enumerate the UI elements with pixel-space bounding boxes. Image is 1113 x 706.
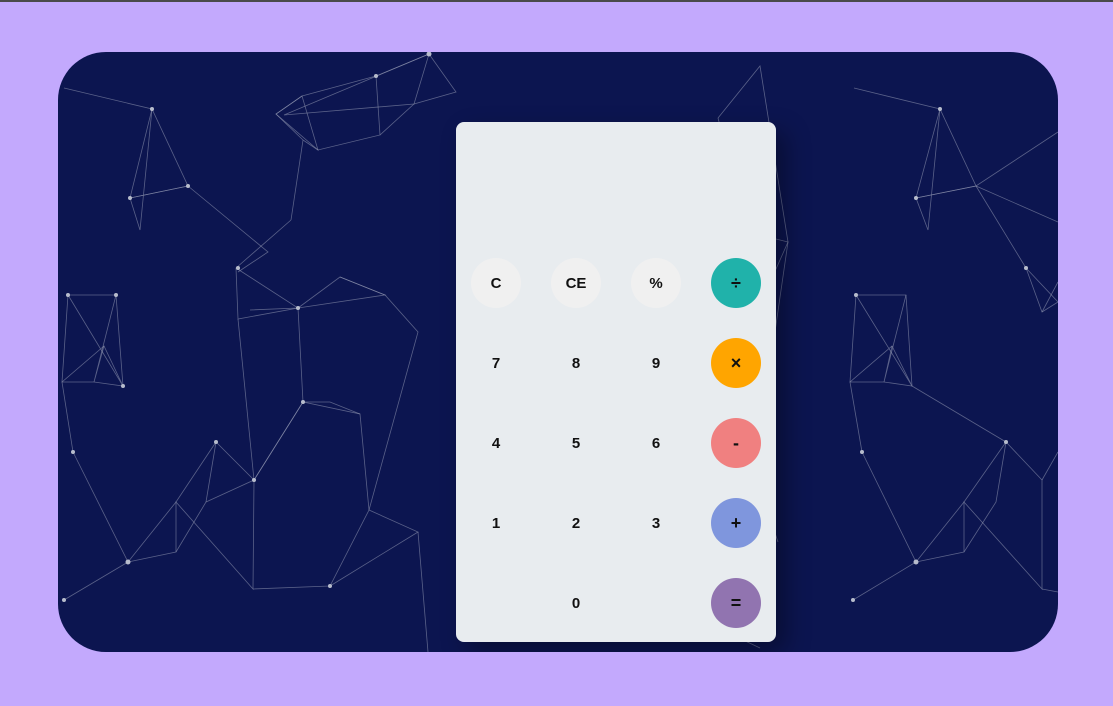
background-stage: C CE % ÷ 7 8 9 × 4 5 6 - 1 2 3 + 0 = (58, 52, 1058, 652)
percent-button[interactable]: % (631, 258, 681, 308)
digit-2-button[interactable]: 2 (551, 498, 601, 548)
digit-5-button[interactable]: 5 (551, 418, 601, 468)
multiply-button[interactable]: × (711, 338, 761, 388)
clear-button[interactable]: C (471, 258, 521, 308)
digit-1-button[interactable]: 1 (471, 498, 521, 548)
digit-3-button[interactable]: 3 (631, 498, 681, 548)
divide-button[interactable]: ÷ (711, 258, 761, 308)
calculator-display (456, 122, 776, 252)
add-button[interactable]: + (711, 498, 761, 548)
clear-entry-button[interactable]: CE (551, 258, 601, 308)
digit-9-button[interactable]: 9 (631, 338, 681, 388)
equals-button[interactable]: = (711, 578, 761, 628)
digit-0-button[interactable]: 0 (551, 578, 601, 628)
digit-7-button[interactable]: 7 (471, 338, 521, 388)
calculator: C CE % ÷ 7 8 9 × 4 5 6 - 1 2 3 + 0 = (456, 122, 776, 642)
digit-4-button[interactable]: 4 (471, 418, 521, 468)
subtract-button[interactable]: - (711, 418, 761, 468)
digit-8-button[interactable]: 8 (551, 338, 601, 388)
digit-6-button[interactable]: 6 (631, 418, 681, 468)
